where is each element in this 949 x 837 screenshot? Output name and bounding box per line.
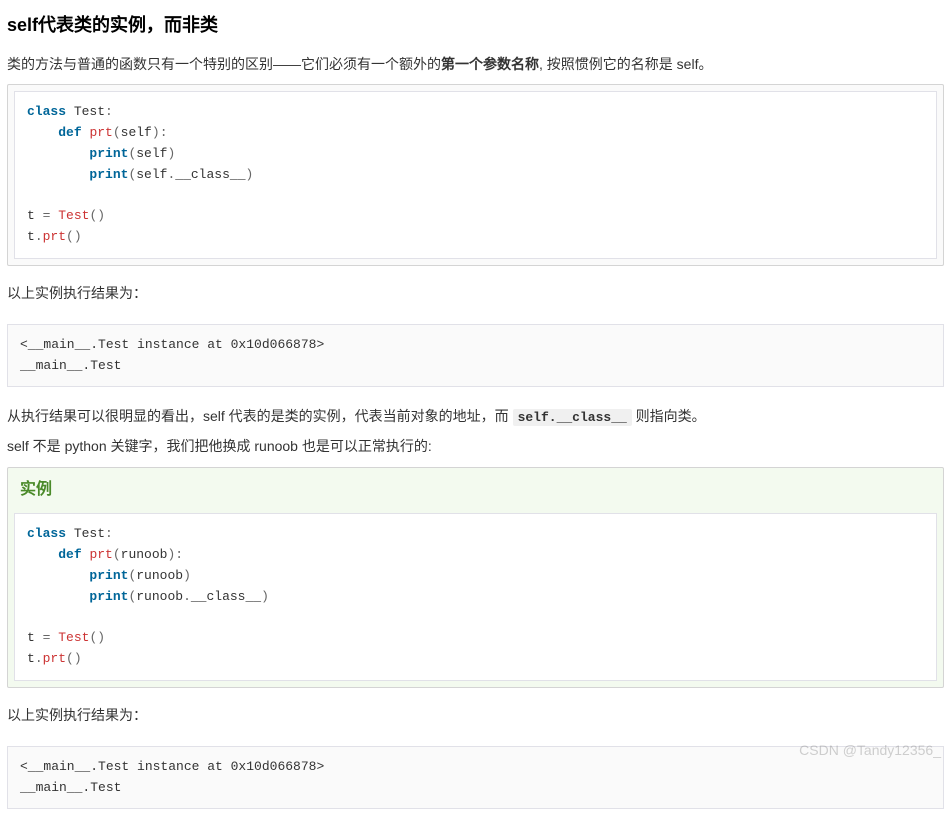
result-label: 以上实例执行结果为：: [7, 282, 944, 306]
paragraph-intro: 类的方法与普通的函数只有一个特别的区别——它们必须有一个额外的第一个参数名称, …: [7, 53, 944, 77]
inline-code: self.__class__: [513, 409, 632, 426]
code-content: class Test: def prt(runoob): print(runoo…: [14, 513, 937, 681]
text: 从执行结果可以很明显的看出，self 代表的是类的实例，代表当前对象的地址，而: [7, 408, 513, 424]
example-block: 实例 class Test: def prt(runoob): print(ru…: [7, 467, 944, 688]
code-content: class Test: def prt(self): print(self) p…: [14, 91, 937, 259]
text: 则指向类。: [632, 408, 706, 424]
output-block-1: <__main__.Test instance at 0x10d066878> …: [7, 324, 944, 388]
text: , 按照惯例它的名称是 self。: [539, 56, 712, 72]
result-label: 以上实例执行结果为：: [7, 704, 944, 728]
code-block-1: class Test: def prt(self): print(self) p…: [7, 84, 944, 266]
text: 类的方法与普通的函数只有一个特别的区别——它们必须有一个额外的: [7, 56, 441, 72]
paragraph-explanation: 从执行结果可以很明显的看出，self 代表的是类的实例，代表当前对象的地址，而 …: [7, 405, 944, 429]
bold-term: 第一个参数名称: [441, 56, 539, 72]
example-title: 实例: [8, 468, 943, 507]
paragraph-note: self 不是 python 关键字，我们把他换成 runoob 也是可以正常执…: [7, 435, 944, 459]
output-block-2: <__main__.Test instance at 0x10d066878> …: [7, 746, 944, 810]
section-heading: self代表类的实例，而非类: [7, 10, 944, 41]
